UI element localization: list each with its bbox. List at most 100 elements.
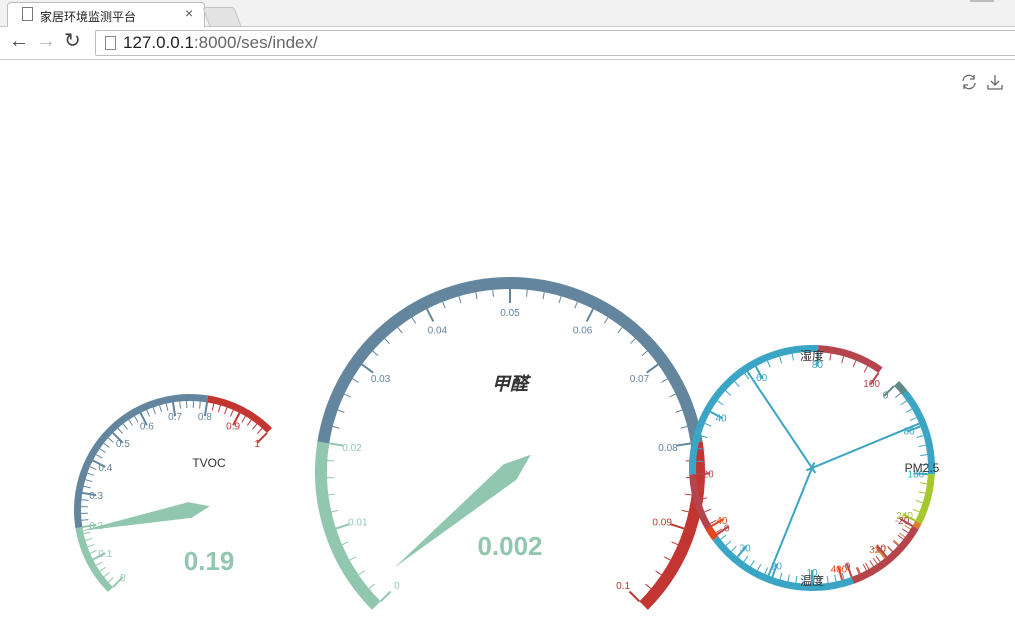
minor-tick [829,353,832,361]
minor-tick [725,390,732,396]
minor-tick [558,296,562,304]
minor-tick [704,422,712,427]
minor-tick [246,419,252,426]
minor-tick [574,301,578,309]
minor-tick [791,353,794,361]
minor-tick [107,437,114,443]
minor-tick [252,423,258,430]
tick-label: 0.7 [168,412,182,423]
minor-tick [89,550,97,554]
minor-tick [159,405,163,413]
browser-toolbar: ← → ↻ 127.0.0.1:8000/ses/index/ [0,27,1015,60]
gauge-value: 0.19 [184,546,235,576]
minor-tick [630,338,636,345]
minor-tick [675,409,683,413]
minor-tick [337,409,345,413]
minor-tick [655,570,662,576]
reload-icon[interactable]: ↻ [64,31,81,51]
major-tick [329,442,344,447]
url-text[interactable]: 127.0.0.1:8000/ses/index/ [123,33,318,53]
tick-label: 0.06 [573,325,593,336]
minor-tick [795,575,798,583]
minor-tick [680,426,688,429]
major-tick [426,308,435,322]
tab-home[interactable]: 家居环境监测平台 × [7,2,205,27]
minor-tick [241,415,246,423]
minor-tick [146,409,150,417]
major-tick [676,442,691,447]
gauge-pointer [744,367,817,474]
gauge-band [894,381,908,396]
minor-tick [87,544,95,548]
gauge-pointer [766,462,816,580]
minor-tick [757,564,762,571]
minor-tick [87,472,95,476]
minor-tick [641,350,648,356]
minor-tick [103,572,110,578]
major-tick [379,590,392,603]
minor-tick [107,577,114,583]
new-tab-button[interactable] [202,7,242,27]
tab-title: 家居环境监测平台 [40,10,137,24]
minor-tick [669,393,676,398]
minor-tick [372,350,379,356]
minor-tick [344,393,351,398]
gauge-0: 00.10.20.30.40.50.60.7 0.80.91TVOC0.19 [74,394,273,593]
major-tick [628,590,641,603]
tick-label: 0.07 [630,374,650,385]
minor-tick [826,575,829,583]
tick-label: 0 [394,581,400,592]
major-tick [585,308,594,322]
minor-tick [869,560,874,567]
minor-tick [750,560,755,567]
minor-tick [117,427,123,434]
page-icon [22,7,33,21]
tick-label: 0.4 [98,463,112,474]
minor-tick [684,493,692,496]
minor-tick [89,466,97,470]
minor-tick [442,301,446,309]
address-bar[interactable]: 127.0.0.1:8000/ses/index/ [95,30,1015,56]
gauge-band [915,473,935,524]
minor-tick [766,360,771,368]
tick-label: 0.04 [428,325,448,336]
minor-tick [920,454,928,456]
gauge-value: 0.002 [477,531,542,561]
minor-tick [887,546,893,552]
minor-tick [179,401,181,409]
minor-tick [211,403,215,411]
tick-label: 0.8 [198,412,212,423]
gauge-1: 0 0.01 0.02 0.03 0.04 0.05 0.06 0.07 0.08 0.09 0.1… [315,277,705,610]
minor-tick [905,408,913,413]
back-arrow-icon[interactable]: ← [9,31,29,51]
minor-tick [99,566,106,572]
gauge-band [818,345,883,374]
tick-label: 0.3 [89,491,103,502]
gauge-band [712,536,855,591]
minor-tick [919,482,927,485]
minor-tick [841,356,845,364]
minor-tick [918,491,926,494]
minor-tick [349,556,357,561]
url-host: 127.0.0.1 [123,33,194,52]
tick-label: 0.02 [342,443,362,454]
forward-arrow-icon[interactable]: → [36,31,56,51]
minor-tick [902,528,909,534]
minor-tick [384,338,390,345]
tick-label: 0.6 [140,421,154,432]
window-minimize-icon[interactable] [970,0,994,2]
gauge-dashboard: 0 0.1 0.2 0.3 0.4 0.5 0.6 0.7 0.8 0.9 1 TVOC 0.19 0 0.… [0,60,1015,642]
close-tab-icon[interactable]: × [185,5,193,21]
gauge-title: 湿度 [800,348,824,363]
tick-label: 20 [703,469,715,480]
minor-tick [230,409,234,417]
gauge-title: PM2.5 [905,461,940,475]
minor-tick [704,508,712,513]
gauge-2: 020406080100湿度 [689,345,883,539]
tick-label: 0 [845,562,851,573]
tick-label: 0.9 [226,421,240,432]
tick-label: 100 [863,379,880,390]
gauge-band [317,277,703,444]
tick-label: 0 [120,573,126,584]
minor-tick [787,574,790,582]
